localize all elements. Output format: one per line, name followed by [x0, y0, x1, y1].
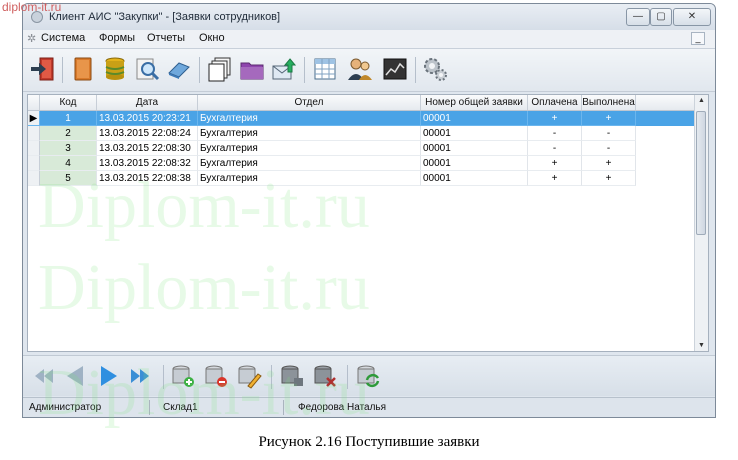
menu-system[interactable]: Система — [41, 32, 85, 44]
status-bar: Администратор Склад1 Федорова Наталья — [23, 397, 715, 417]
table-row[interactable]: 5 13.03.2015 22:08:38 Бухгалтерия 00001 … — [28, 171, 696, 186]
maximize-button[interactable]: ▢ — [650, 8, 672, 26]
grid-header: Код Дата Отдел Номер общей заявки Оплаче… — [28, 95, 696, 111]
cell-request-number: 00001 — [421, 156, 528, 171]
refresh-icon[interactable] — [355, 363, 381, 389]
row-indicator — [28, 171, 40, 186]
scroll-up-icon[interactable]: ▲ — [695, 97, 708, 104]
row-indicator — [28, 141, 40, 156]
first-icon[interactable] — [31, 363, 57, 389]
scroll-down-icon[interactable]: ▼ — [695, 342, 708, 349]
export-icon[interactable] — [270, 55, 298, 83]
cell-paid: - — [528, 141, 582, 156]
figure-caption: Рисунок 2.16 Поступившие заявки — [258, 434, 480, 450]
prior-icon[interactable] — [63, 363, 89, 389]
settings-icon[interactable] — [421, 55, 449, 83]
chart-icon[interactable] — [381, 55, 409, 83]
eraser-icon[interactable] — [165, 55, 193, 83]
cell-date: 13.03.2015 22:08:30 — [97, 141, 198, 156]
header-code[interactable]: Код — [40, 95, 97, 110]
menu-forms[interactable]: Формы — [99, 32, 135, 44]
header-date[interactable]: Дата — [97, 95, 198, 110]
close-button[interactable]: ✕ — [673, 8, 711, 26]
header-paid[interactable]: Оплачена — [528, 95, 582, 110]
exit-icon[interactable] — [29, 55, 57, 83]
cell-request-number: 00001 — [421, 141, 528, 156]
cell-date: 13.03.2015 20:23:21 — [97, 111, 198, 126]
title-bar: Клиент АИС "Закупки" - [Заявки сотрудник… — [23, 4, 715, 30]
cell-request-number: 00001 — [421, 111, 528, 126]
folder-icon[interactable] — [238, 55, 266, 83]
windows-icon[interactable] — [206, 55, 234, 83]
cell-done: - — [582, 141, 636, 156]
cell-code: 5 — [40, 171, 97, 186]
cell-paid: - — [528, 126, 582, 141]
cell-date: 13.03.2015 22:08:24 — [97, 126, 198, 141]
next-icon[interactable] — [95, 363, 121, 389]
status-name: Федорова Наталья — [298, 402, 387, 413]
cell-date: 13.03.2015 22:08:32 — [97, 156, 198, 171]
watermark-small: diplom-it.ru — [2, 0, 62, 14]
app-window: Клиент АИС "Закупки" - [Заявки сотрудник… — [22, 3, 716, 418]
header-department[interactable]: Отдел — [198, 95, 421, 110]
table-row[interactable]: ▶ 1 13.03.2015 20:23:21 Бухгалтерия 0000… — [28, 111, 696, 126]
cell-code: 2 — [40, 126, 97, 141]
cell-date: 13.03.2015 22:08:38 — [97, 171, 198, 186]
cell-done: + — [582, 111, 636, 126]
menu-reports[interactable]: Отчеты — [147, 32, 185, 44]
cell-department: Бухгалтерия — [198, 141, 421, 156]
vertical-scrollbar[interactable]: ▲ ▼ — [694, 95, 708, 351]
requests-grid[interactable]: Код Дата Отдел Номер общей заявки Оплаче… — [27, 94, 709, 352]
cell-department: Бухгалтерия — [198, 126, 421, 141]
window-title: Клиент АИС "Закупки" - [Заявки сотрудник… — [49, 11, 281, 23]
insert-icon[interactable] — [170, 363, 196, 389]
cell-code: 4 — [40, 156, 97, 171]
edit-icon[interactable] — [236, 363, 262, 389]
cell-department: Бухгалтерия — [198, 111, 421, 126]
minimize-button[interactable]: — — [626, 8, 650, 26]
cell-done: + — [582, 171, 636, 186]
last-icon[interactable] — [127, 363, 153, 389]
cell-paid: + — [528, 156, 582, 171]
system-menu-icon[interactable]: ✲ — [27, 32, 36, 45]
cell-code: 1 — [40, 111, 97, 126]
header-done[interactable]: Выполнена — [582, 95, 636, 110]
cell-paid: + — [528, 171, 582, 186]
menu-bar: ✲ Система Формы Отчеты Окно _ — [23, 30, 715, 49]
row-indicator — [28, 126, 40, 141]
row-indicator-icon: ▶ — [28, 111, 40, 126]
post-icon[interactable] — [279, 363, 305, 389]
cell-request-number: 00001 — [421, 126, 528, 141]
cell-code: 3 — [40, 141, 97, 156]
cell-paid: + — [528, 111, 582, 126]
cell-department: Бухгалтерия — [198, 156, 421, 171]
scroll-thumb[interactable] — [696, 111, 706, 235]
row-indicator — [28, 156, 40, 171]
table-row[interactable]: 2 13.03.2015 22:08:24 Бухгалтерия 00001 … — [28, 126, 696, 141]
cell-done: + — [582, 156, 636, 171]
status-warehouse: Склад1 — [163, 402, 198, 413]
table-row[interactable]: 4 13.03.2015 22:08:32 Бухгалтерия 00001 … — [28, 156, 696, 171]
cell-department: Бухгалтерия — [198, 171, 421, 186]
database-icon[interactable] — [101, 55, 129, 83]
delete-icon[interactable] — [203, 363, 229, 389]
cell-request-number: 00001 — [421, 171, 528, 186]
header-request-number[interactable]: Номер общей заявки — [421, 95, 528, 110]
book-icon[interactable] — [69, 55, 97, 83]
toolbar — [23, 49, 715, 92]
table-icon[interactable] — [311, 55, 339, 83]
cancel-icon[interactable] — [312, 363, 338, 389]
users-icon[interactable] — [346, 55, 374, 83]
table-row[interactable]: 3 13.03.2015 22:08:30 Бухгалтерия 00001 … — [28, 141, 696, 156]
menu-window[interactable]: Окно — [199, 32, 225, 44]
db-navigator — [23, 355, 715, 396]
status-user: Администратор — [29, 402, 102, 413]
cell-done: - — [582, 126, 636, 141]
mdi-minimize-button[interactable]: _ — [691, 32, 705, 45]
header-indicator — [28, 95, 40, 110]
search-icon[interactable] — [133, 55, 161, 83]
